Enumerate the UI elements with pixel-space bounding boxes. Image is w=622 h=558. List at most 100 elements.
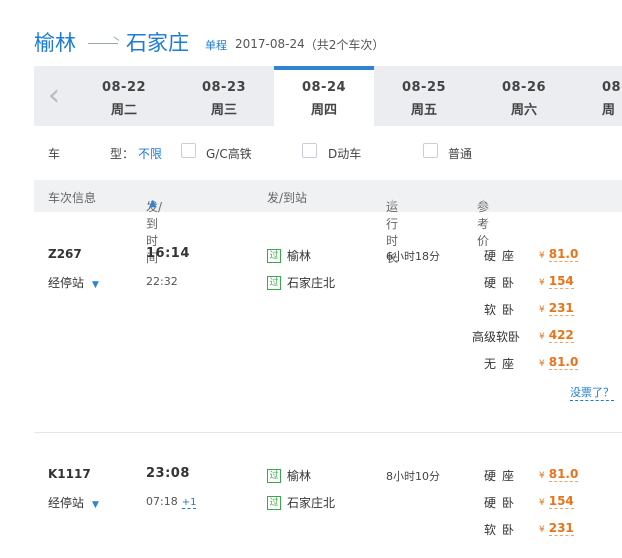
depart-time: 16:14 <box>146 246 190 261</box>
sort-icon: ▲ <box>480 198 487 208</box>
date-tab-date: 08-23 <box>201 80 247 95</box>
date-strip: ‹ 08-22 周二 08-23 周三 08-24 周四 08-25 周五 08… <box>34 66 622 126</box>
date-tab-0827[interactable]: 08- 周 <box>574 66 622 126</box>
header-train-info: 车次信息 <box>48 191 97 205</box>
depart-station-name: 榆林 <box>287 469 312 483</box>
filter-d-checkbox[interactable] <box>302 143 317 158</box>
yen-sign: ¥ <box>539 305 545 315</box>
train-row: Z267 经停站 ▼ 16:14 22:32 过榆林 过石家庄北 6小时18分 硬… <box>34 246 622 406</box>
date-tab-0825[interactable]: 08-25 周五 <box>374 66 474 126</box>
yen-sign: ¥ <box>539 359 545 369</box>
sort-icon: ▲ <box>389 198 396 208</box>
route-header: 榆林 石家庄 单程 2017-08-24 （共2个车次） <box>34 22 384 62</box>
depart-station: 过榆林 <box>267 467 311 484</box>
pass-through-icon: 过 <box>267 275 281 290</box>
seat-class: 高级软卧 <box>471 330 520 344</box>
date-tab-date: 08-24 <box>301 80 347 95</box>
depart-time: 23:08 <box>146 466 190 481</box>
date-tab-date: 08- <box>602 80 622 95</box>
date-tab-date: 08-25 <box>401 80 447 95</box>
date-tab-weekday: 周五 <box>410 103 437 118</box>
stops-label: 经停站 <box>48 496 85 510</box>
arrive-station-name: 石家庄北 <box>287 276 336 290</box>
price-amount: 231 <box>548 521 574 536</box>
train-number[interactable]: K1117 <box>48 467 91 481</box>
seat-price[interactable]: ¥81.0 <box>539 355 579 370</box>
to-city: 石家庄 <box>126 31 189 55</box>
filter-label-type: 型： <box>110 147 135 161</box>
trip-date: 2017-08-24 <box>235 37 305 51</box>
train-number[interactable]: Z267 <box>48 247 82 261</box>
date-tab-0823[interactable]: 08-23 周三 <box>174 66 274 126</box>
stops-label: 经停站 <box>48 276 85 290</box>
seat-price[interactable]: ¥81.0 <box>539 247 579 262</box>
filter-d-label[interactable]: D动车 <box>328 145 361 162</box>
caret-down-icon: ▼ <box>92 280 99 290</box>
run-duration: 6小时18分 <box>386 250 440 263</box>
price-amount: 231 <box>548 301 574 316</box>
seat-class: 硬卧 <box>483 496 520 510</box>
stops-toggle[interactable]: 经停站 ▼ <box>48 494 99 511</box>
seat-price[interactable]: ¥154 <box>539 494 574 509</box>
date-tab-date: 08-22 <box>101 80 147 95</box>
trip-type-label: 单程 <box>205 39 227 52</box>
filter-any-option[interactable]: 不限 <box>138 145 162 162</box>
depart-station-name: 榆林 <box>287 249 312 263</box>
date-tab-weekday: 周三 <box>210 103 237 118</box>
run-duration: 8小时10分 <box>386 470 440 483</box>
price-amount: 81.0 <box>548 247 579 262</box>
date-tab-0822[interactable]: 08-22 周二 <box>74 66 174 126</box>
price-amount: 81.0 <box>548 355 579 370</box>
date-tab-0826[interactable]: 08-26 周六 <box>474 66 574 126</box>
header-stations: 发/到站 <box>267 191 308 205</box>
results-table-header: 车次信息 发/到时间 ▲ 发/到站 运行时长 ▲ 参考价 ▲ <box>34 180 622 265</box>
sort-asc-icon: ▲ <box>149 198 157 209</box>
yen-sign: ¥ <box>539 498 545 508</box>
filter-gc-checkbox[interactable] <box>181 143 196 158</box>
chevron-left-icon: ‹ <box>48 78 60 113</box>
filter-label: 车 <box>48 147 61 161</box>
price-amount: 154 <box>548 494 574 509</box>
filter-gc-label[interactable]: G/C高铁 <box>206 145 252 162</box>
arrive-time: 07:18 +1 <box>146 495 197 509</box>
seat-price[interactable]: ¥422 <box>539 328 574 343</box>
no-ticket-link[interactable]: 没票了？ <box>570 384 614 401</box>
date-tab-date: 08-26 <box>501 80 547 95</box>
filter-normal-label[interactable]: 普通 <box>448 145 472 162</box>
seat-price[interactable]: ¥231 <box>539 301 574 316</box>
pass-through-icon: 过 <box>267 495 281 510</box>
seat-class: 软卧 <box>483 303 520 317</box>
seat-class: 硬卧 <box>483 276 520 290</box>
seat-price[interactable]: ¥231 <box>539 521 574 536</box>
depart-station: 过榆林 <box>267 247 311 264</box>
prev-dates-button[interactable]: ‹ <box>34 66 74 126</box>
yen-sign: ¥ <box>539 332 545 342</box>
train-row: K1117 经停站 ▼ 23:08 07:18 +1 过榆林 过石家庄北 8小时10… <box>34 466 622 556</box>
price-amount: 422 <box>548 328 574 343</box>
route-arrow-icon <box>88 42 118 44</box>
stops-toggle[interactable]: 经停站 ▼ <box>48 274 99 291</box>
seat-price[interactable]: ¥81.0 <box>539 467 579 482</box>
seat-price[interactable]: ¥154 <box>539 274 574 289</box>
date-tab-weekday: 周六 <box>510 103 537 118</box>
next-day-badge[interactable]: +1 <box>181 497 197 509</box>
trip-count: （共2个车次） <box>304 37 385 52</box>
date-tab-0824[interactable]: 08-24 周四 <box>274 66 374 126</box>
seat-class: 硬座 <box>483 469 520 483</box>
yen-sign: ¥ <box>539 471 545 481</box>
yen-sign: ¥ <box>539 525 545 535</box>
price-amount: 154 <box>548 274 574 289</box>
price-amount: 81.0 <box>548 467 579 482</box>
caret-down-icon: ▼ <box>92 500 99 510</box>
pass-through-icon: 过 <box>267 468 281 483</box>
date-tab-weekday: 周四 <box>310 103 337 118</box>
arrive-time: 22:32 <box>146 275 178 288</box>
arrive-time-value: 07:18 <box>146 495 178 508</box>
seat-class: 无座 <box>483 357 520 371</box>
date-tab-weekday: 周 <box>602 103 616 118</box>
yen-sign: ¥ <box>539 251 545 261</box>
arrive-station: 过石家庄北 <box>267 494 335 511</box>
date-tab-weekday: 周二 <box>110 103 137 118</box>
seat-class: 硬座 <box>483 249 520 263</box>
filter-normal-checkbox[interactable] <box>423 143 438 158</box>
